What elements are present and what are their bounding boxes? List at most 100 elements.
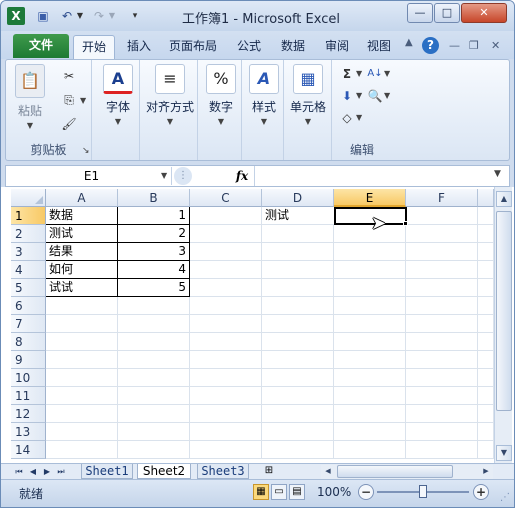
cell-f10[interactable] [406,369,478,387]
maximize-button[interactable]: □ [434,3,460,23]
zoom-slider-thumb[interactable] [419,485,427,498]
cell-g12[interactable] [478,405,494,423]
last-sheet-button[interactable]: ⏭ [55,465,67,479]
cell-c11[interactable] [190,387,262,405]
cell-c13[interactable] [190,423,262,441]
cell-c5[interactable] [190,279,262,297]
cell-d10[interactable] [262,369,334,387]
cell-c10[interactable] [190,369,262,387]
save-icon[interactable]: ▣ [35,8,51,24]
number-button[interactable]: % 数字 ▼ [203,64,239,126]
cell-f5[interactable] [406,279,478,297]
zoom-in-button[interactable]: + [473,484,489,500]
cell-d11[interactable] [262,387,334,405]
cell-e13[interactable] [334,423,406,441]
row-header-6[interactable]: 6 [11,297,46,315]
row-header-11[interactable]: 11 [11,387,46,405]
normal-view-button[interactable]: ▦ [253,484,269,500]
cell-b9[interactable] [118,351,190,369]
clear-dropdown-icon[interactable]: ▼ [356,113,362,122]
close-button[interactable]: ✕ [461,3,507,23]
cell-f2[interactable] [406,225,478,243]
cell-f8[interactable] [406,333,478,351]
column-header-g-partial[interactable] [478,189,494,207]
cell-d2[interactable] [262,225,334,243]
name-box-dropdown-icon[interactable]: ▼ [161,171,167,180]
cell-g14[interactable] [478,441,494,459]
cell-a6[interactable] [46,297,118,315]
cell-c8[interactable] [190,333,262,351]
cell-a14[interactable] [46,441,118,459]
help-icon[interactable]: ? [422,37,439,54]
expand-formula-bar-icon[interactable]: ▼ [494,169,501,179]
fill-icon[interactable]: ⬇ [338,88,356,104]
cell-e5[interactable] [334,279,406,297]
row-header-5[interactable]: 5 [11,279,46,297]
cell-f12[interactable] [406,405,478,423]
cell-d4[interactable] [262,261,334,279]
cell-c1[interactable] [190,207,262,225]
workbook-close-button[interactable]: ✕ [491,39,500,52]
cell-e10[interactable] [334,369,406,387]
cell-a12[interactable] [46,405,118,423]
cell-g13[interactable] [478,423,494,441]
undo-dropdown-icon[interactable]: ▼ [75,8,85,24]
tab-page-layout[interactable]: 页面布局 [163,35,223,59]
cell-b1[interactable]: 1 [118,207,190,225]
collapse-ribbon-icon[interactable]: ▲ [405,37,413,48]
cell-a13[interactable] [46,423,118,441]
cell-f14[interactable] [406,441,478,459]
cell-b2[interactable]: 2 [118,225,190,243]
cell-a8[interactable] [46,333,118,351]
prev-sheet-button[interactable]: ◀ [27,465,39,479]
cell-a9[interactable] [46,351,118,369]
row-header-12[interactable]: 12 [11,405,46,423]
worksheet-grid[interactable]: A B C D E F 数据 1 测试 2 结果 3 如何 4 试试 5 测试 … [1,187,514,463]
cell-d5[interactable] [262,279,334,297]
sort-filter-icon[interactable]: A↓ [366,66,384,82]
row-header-10[interactable]: 10 [11,369,46,387]
copy-dropdown-icon[interactable]: ▼ [80,96,86,105]
cell-e12[interactable] [334,405,406,423]
cell-g5[interactable] [478,279,494,297]
cell-f4[interactable] [406,261,478,279]
cell-g10[interactable] [478,369,494,387]
cell-c2[interactable] [190,225,262,243]
workbook-minimize-button[interactable]: — [449,39,460,52]
cell-d9[interactable] [262,351,334,369]
insert-sheet-icon[interactable]: ⊞ [259,464,279,479]
sheet-tab-sheet1[interactable]: Sheet1 [81,464,133,479]
cell-e8[interactable] [334,333,406,351]
cell-e6[interactable] [334,297,406,315]
cell-b5[interactable]: 5 [118,279,190,297]
styles-button[interactable]: A 样式 ▼ [246,64,282,126]
cell-a11[interactable] [46,387,118,405]
cell-c12[interactable] [190,405,262,423]
cell-f7[interactable] [406,315,478,333]
cell-d14[interactable] [262,441,334,459]
cell-a5[interactable]: 试试 [46,279,118,297]
autosum-dropdown-icon[interactable]: ▼ [356,69,362,78]
formula-bar-divider-icon[interactable]: ⋮ [174,167,192,185]
cell-g6[interactable] [478,297,494,315]
cell-g9[interactable] [478,351,494,369]
find-select-icon[interactable]: 🔍 [366,88,384,104]
horizontal-scrollbar[interactable]: ◀ ▶ [321,465,493,479]
cell-b10[interactable] [118,369,190,387]
cell-c6[interactable] [190,297,262,315]
paste-button[interactable]: 📋 粘贴 ▼ [12,64,48,130]
cell-a10[interactable] [46,369,118,387]
excel-app-icon[interactable]: X [7,7,25,25]
next-sheet-button[interactable]: ▶ [41,465,53,479]
cell-b13[interactable] [118,423,190,441]
workbook-restore-button[interactable]: ❐ [469,39,479,52]
cell-e2[interactable] [334,225,406,243]
cell-b11[interactable] [118,387,190,405]
scroll-right-button[interactable]: ▶ [479,465,493,478]
vertical-scrollbar[interactable]: ▲ ▼ [494,187,512,463]
row-header-4[interactable]: 4 [11,261,46,279]
cell-c14[interactable] [190,441,262,459]
sort-dropdown-icon[interactable]: ▼ [384,69,390,78]
page-layout-view-button[interactable]: ▭ [271,484,287,500]
font-button[interactable]: A 字体 ▼ [100,64,136,126]
